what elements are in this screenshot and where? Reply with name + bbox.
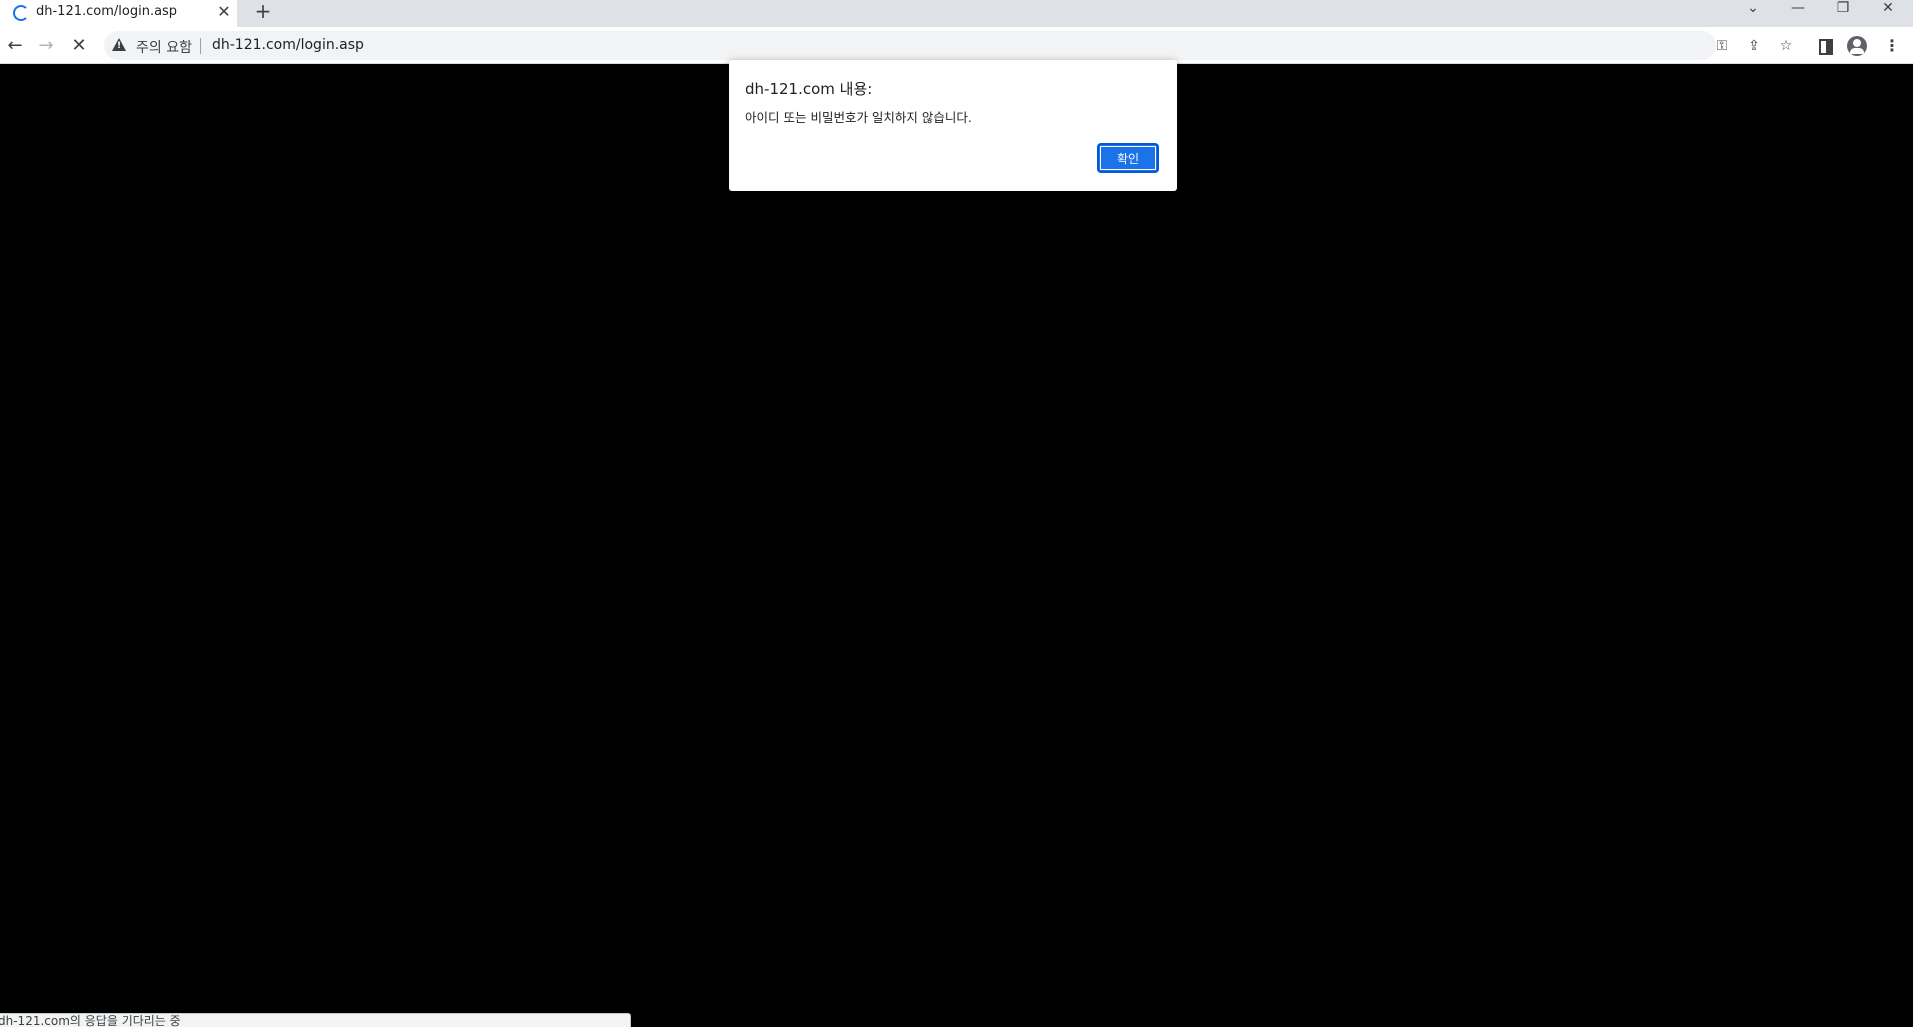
dialog-message: 아이디 또는 비밀번호가 일치하지 않습니다. bbox=[745, 110, 972, 125]
security-status-label[interactable]: 주의 요함 bbox=[136, 37, 192, 57]
close-tab-icon[interactable]: ✕ bbox=[214, 2, 234, 22]
browser-toolbar: ← → ✕ ! 주의 요함 dh-121.com/login.asp ⚿ ⇪ ☆… bbox=[0, 27, 1913, 64]
page-content bbox=[0, 64, 1913, 1027]
status-bubble: dh-121.com의 응답을 기다리는 중 bbox=[0, 1013, 631, 1027]
alert-dialog: dh-121.com 내용: 아이디 또는 비밀번호가 일치하지 않습니다. 확… bbox=[729, 60, 1177, 191]
minimize-button[interactable]: — bbox=[1778, 0, 1818, 18]
stop-loading-button[interactable]: ✕ bbox=[66, 33, 92, 59]
bookmark-star-icon[interactable]: ☆ bbox=[1776, 36, 1796, 56]
loading-spinner-icon bbox=[13, 5, 29, 21]
tab-login[interactable]: dh-121.com/login.asp ✕ bbox=[0, 0, 237, 27]
browser-menu-icon[interactable]: ⋮ bbox=[1884, 35, 1900, 57]
tab-search-icon[interactable]: ⌄ bbox=[1733, 0, 1773, 18]
confirm-button[interactable]: 확인 bbox=[1097, 143, 1159, 173]
address-divider bbox=[200, 38, 201, 54]
back-button[interactable]: ← bbox=[2, 33, 28, 59]
forward-button[interactable]: → bbox=[33, 33, 59, 59]
address-bar[interactable]: ! 주의 요함 dh-121.com/login.asp ⚿ ⇪ ☆ bbox=[104, 31, 1792, 60]
tab-strip: dh-121.com/login.asp ✕ + ⌄ — ❐ ✕ bbox=[0, 0, 1913, 27]
new-tab-button[interactable]: + bbox=[250, 0, 276, 24]
restore-button[interactable]: ❐ bbox=[1823, 0, 1863, 18]
url-text[interactable]: dh-121.com/login.asp bbox=[212, 37, 364, 53]
window-close-button[interactable]: ✕ bbox=[1868, 0, 1908, 18]
dialog-title: dh-121.com 내용: bbox=[745, 80, 873, 98]
profile-avatar[interactable] bbox=[1847, 36, 1867, 56]
key-icon[interactable]: ⚿ bbox=[1712, 36, 1732, 56]
browser-window: dh-121.com/login.asp ✕ + ⌄ — ❐ ✕ ← → ✕ !… bbox=[0, 0, 1913, 1027]
status-text: dh-121.com의 응답을 기다리는 중 bbox=[0, 1014, 181, 1027]
warning-mark-icon: ! bbox=[116, 41, 122, 51]
share-icon[interactable]: ⇪ bbox=[1744, 36, 1764, 56]
side-panel-icon[interactable] bbox=[1819, 39, 1833, 55]
tab-title: dh-121.com/login.asp bbox=[36, 4, 178, 19]
